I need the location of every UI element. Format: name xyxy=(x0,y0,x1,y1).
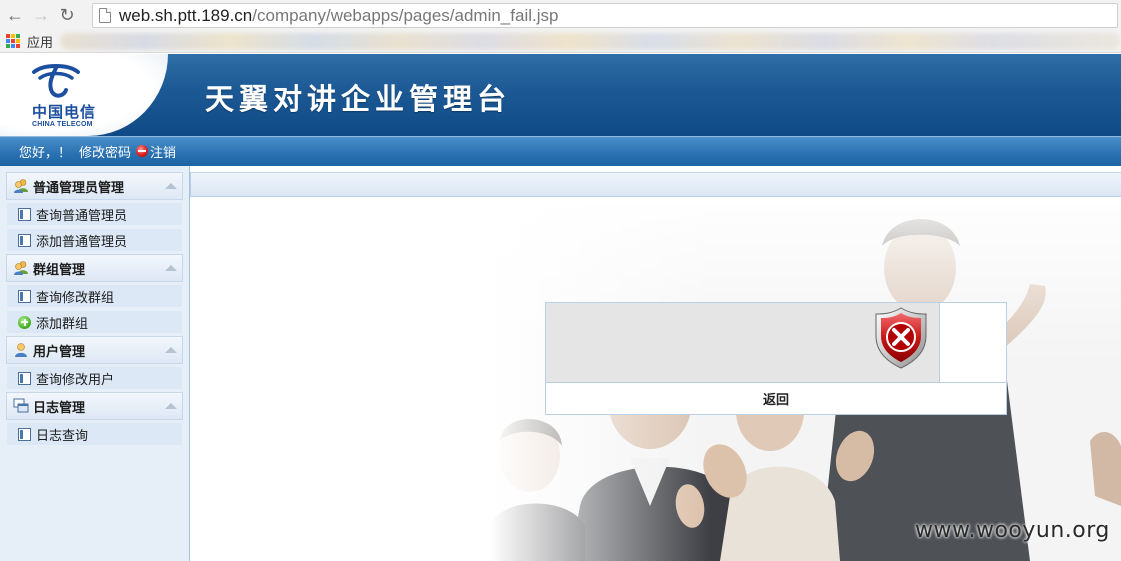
users-icon xyxy=(14,179,28,193)
user-icon xyxy=(15,343,27,357)
menu-group-label: 群组管理 xyxy=(33,261,86,277)
back-button[interactable]: 返回 xyxy=(546,383,1006,414)
user-bar: 您好，！ 修改密码 注销 xyxy=(0,136,1121,166)
collapse-icon[interactable] xyxy=(165,265,177,271)
menu-item-label: 查询普通管理员 xyxy=(36,207,128,223)
url-path: /company/webapps/pages/admin_fail.jsp xyxy=(252,5,559,25)
menu-group-users[interactable]: 用户管理 xyxy=(6,336,183,364)
window-icon xyxy=(18,289,31,303)
logo-chinese-text: 中国电信 xyxy=(32,103,97,121)
menu-item-add-group[interactable]: 添加群组 xyxy=(6,310,183,334)
window-icon xyxy=(18,427,31,441)
collapse-icon[interactable] xyxy=(165,403,177,409)
collapse-icon[interactable] xyxy=(165,183,177,189)
users-icon xyxy=(14,261,28,275)
apps-grid-icon[interactable] xyxy=(6,34,20,48)
arrow-left-icon[interactable]: ← xyxy=(4,4,26,26)
page-icon xyxy=(99,8,111,23)
menu-item-log-query[interactable]: 日志查询 xyxy=(6,422,183,446)
telecom-logo-icon xyxy=(32,64,80,98)
page-title: 天翼对讲企业管理台 xyxy=(205,82,512,116)
menu-group-label: 用户管理 xyxy=(33,343,86,359)
sidebar: 普通管理员管理 查询普通管理员 添加普通管理员 群组管理 查询修改群组 添加群组 xyxy=(0,166,190,561)
menu-group-groups[interactable]: 群组管理 xyxy=(6,254,183,282)
window-icon xyxy=(18,207,31,221)
blurred-bookmarks xyxy=(60,33,1120,50)
logout-icon[interactable] xyxy=(136,144,149,157)
menu-item-label: 查询修改群组 xyxy=(36,289,115,305)
url-text[interactable]: web.sh.ptt.189.cn/company/webapps/pages/… xyxy=(119,6,558,26)
logout-link[interactable]: 注销 xyxy=(150,142,176,161)
url-host: web.sh.ptt.189.cn xyxy=(119,5,253,25)
apps-label[interactable]: 应用 xyxy=(27,32,53,51)
menu-group-logs[interactable]: 日志管理 xyxy=(6,392,183,420)
window-icon xyxy=(18,233,31,247)
error-shield-icon xyxy=(875,307,927,369)
menu-item-add-admin[interactable]: 添加普通管理员 xyxy=(6,228,183,252)
error-dialog: 返回 xyxy=(545,302,1007,415)
watermark: www.wooyun.org xyxy=(915,518,1110,543)
error-message-cell xyxy=(546,303,940,382)
add-icon xyxy=(18,315,31,329)
app-header: 中国电信 CHINA TELECOM 天翼对讲企业管理台 xyxy=(0,54,1121,136)
menu-group-label: 普通管理员管理 xyxy=(33,179,125,195)
menu-group-admin[interactable]: 普通管理员管理 xyxy=(6,172,183,200)
bookmarks-bar: 应用 xyxy=(0,30,1121,53)
menu-item-query-groups[interactable]: 查询修改群组 xyxy=(6,284,183,308)
arrow-right-icon[interactable]: → xyxy=(30,4,52,26)
greeting-text: 您好，！ xyxy=(19,145,72,160)
menu-item-label: 查询修改用户 xyxy=(36,371,115,387)
menu-item-label: 添加群组 xyxy=(36,315,89,331)
collapse-icon[interactable] xyxy=(165,347,177,353)
china-telecom-logo: 中国电信 CHINA TELECOM xyxy=(0,54,168,136)
browser-toolbar: ← → ↻ web.sh.ptt.189.cn/company/webapps/… xyxy=(0,0,1121,30)
change-password-link[interactable]: 修改密码 xyxy=(79,142,131,161)
menu-item-label: 日志查询 xyxy=(36,427,89,443)
menu-group-label: 日志管理 xyxy=(33,399,86,415)
menu-item-query-admin[interactable]: 查询普通管理员 xyxy=(6,202,183,226)
address-bar[interactable]: web.sh.ptt.189.cn/company/webapps/pages/… xyxy=(92,3,1118,28)
content-topbar xyxy=(190,172,1121,197)
logo-english-text: CHINA TELECOM xyxy=(32,121,93,128)
main-content: 返回 xyxy=(190,166,1121,561)
menu-item-label: 添加普通管理员 xyxy=(36,233,128,249)
window-icon xyxy=(18,371,31,385)
menu-item-query-users[interactable]: 查询修改用户 xyxy=(6,366,183,390)
reload-icon[interactable]: ↻ xyxy=(56,4,78,26)
log-icon xyxy=(13,398,29,413)
